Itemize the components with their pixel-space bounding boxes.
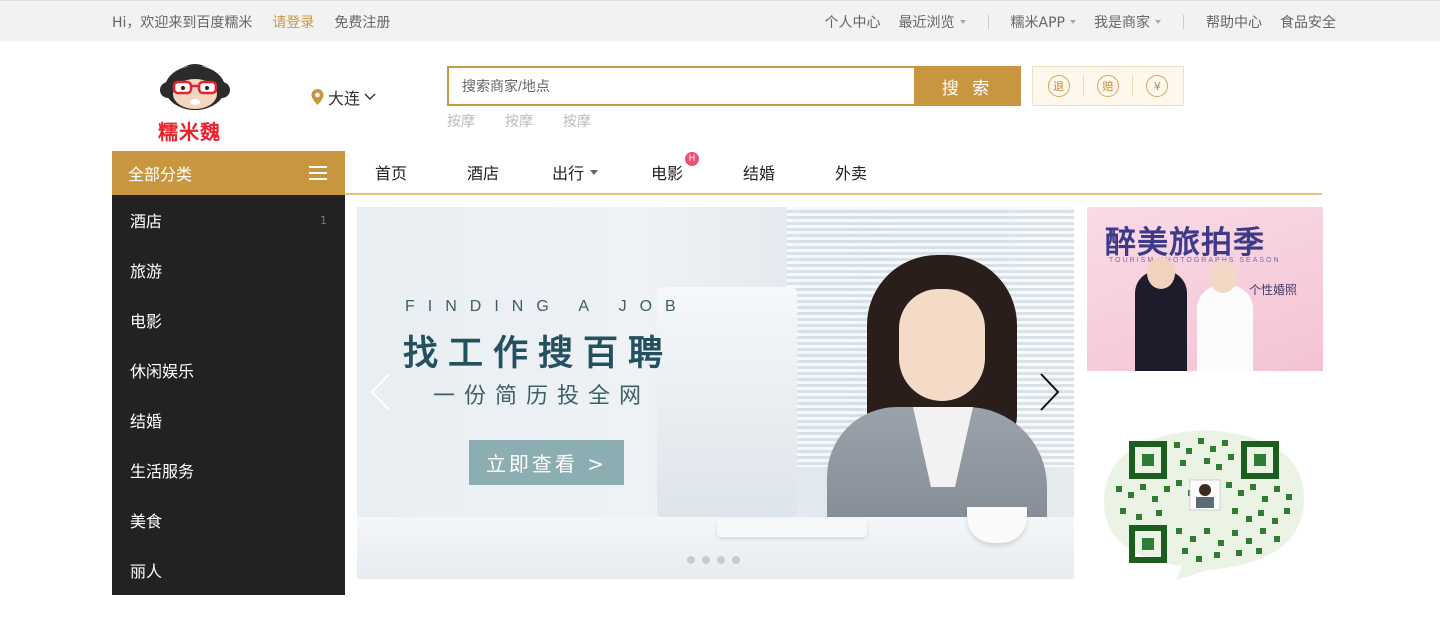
category-item-food[interactable]: 美食: [112, 495, 345, 545]
service-guarantees: 退 赔 ¥: [1032, 66, 1184, 106]
search-input[interactable]: [449, 68, 914, 104]
ad-bride-face: [1209, 261, 1237, 293]
location-pin-icon: [311, 89, 324, 105]
refund-badge-icon: 退: [1047, 75, 1070, 97]
category-label: 电影: [130, 312, 163, 331]
app-dropdown[interactable]: 糯米APP: [1011, 12, 1076, 32]
personal-center-link[interactable]: 个人中心: [825, 12, 881, 32]
prev-arrow-icon[interactable]: [369, 372, 391, 412]
divider: [1183, 15, 1184, 29]
greeting-text: Hi，欢迎来到百度糯米: [112, 15, 253, 31]
search-box: [447, 66, 914, 106]
price-badge-icon: ¥: [1146, 75, 1169, 97]
food-safety-link[interactable]: 食品安全: [1280, 12, 1336, 32]
all-categories-header[interactable]: 全部分类: [112, 151, 345, 195]
nav-label: 首页: [374, 164, 407, 183]
hamburger-menu-icon: [309, 166, 327, 180]
recent-dropdown[interactable]: 最近浏览: [899, 12, 966, 32]
category-label: 旅游: [130, 262, 163, 281]
ad-groom-face: [1147, 257, 1175, 289]
chevron-down-icon: [959, 20, 966, 24]
hero-banner[interactable]: FINDING A JOB 找工作搜百聘 一份简历投全网 立即查看 >: [357, 207, 1074, 579]
travel-photo-ad[interactable]: 醉美旅拍季 TOURISM PHOTOGRAPHS SEASON 个性婚照: [1087, 207, 1323, 371]
search-button[interactable]: 搜 索: [914, 66, 1021, 106]
category-label: 生活服务: [130, 462, 195, 481]
login-link[interactable]: 请登录: [272, 12, 314, 32]
divider: [1132, 75, 1134, 97]
chevron-down-icon: [1155, 20, 1161, 24]
category-label: 丽人: [130, 562, 163, 581]
ad-bride-image: [1197, 285, 1253, 371]
nav-label: 电影: [650, 164, 683, 183]
hot-word-link[interactable]: 按摩: [505, 111, 533, 131]
banner-monitor-image: [657, 287, 797, 517]
chevron-down-icon: [1070, 20, 1076, 24]
banner-title: 找工作搜百聘: [403, 334, 674, 374]
all-categories-label: 全部分类: [128, 165, 193, 184]
nav-takeout[interactable]: 外卖: [805, 160, 897, 184]
app-label: 糯米APP: [1010, 15, 1065, 31]
help-link[interactable]: 帮助中心: [1206, 12, 1262, 32]
category-label: 酒店: [130, 212, 163, 231]
city-name: 大连: [328, 89, 361, 108]
category-label: 休闲娱乐: [130, 362, 195, 381]
qr-code-icon: [1104, 430, 1304, 580]
divider: [987, 15, 989, 29]
category-label: 美食: [130, 512, 163, 531]
banner-desk: [357, 517, 1074, 579]
ad-tag: 个性婚照: [1249, 283, 1298, 297]
help-label: 帮助中心: [1206, 15, 1262, 31]
food-safety-label: 食品安全: [1280, 15, 1336, 31]
hot-word-link[interactable]: 按摩: [447, 111, 475, 131]
chevron-down-icon: [364, 93, 376, 100]
nav-wedding[interactable]: 结婚: [713, 160, 805, 184]
carousel-dot[interactable]: [732, 556, 740, 564]
banner-view-button[interactable]: 立即查看 >: [469, 440, 624, 485]
category-item-movie[interactable]: 电影: [112, 295, 345, 345]
register-link[interactable]: 免费注册: [334, 12, 390, 32]
nav-hotel[interactable]: 酒店: [437, 160, 529, 184]
hot-badge: H: [685, 152, 699, 166]
nav-movie[interactable]: 电影 H: [621, 152, 713, 184]
banner-subtitle: 一份简历投全网: [433, 384, 651, 409]
merchant-dropdown[interactable]: 我是商家: [1094, 12, 1161, 32]
ad-title: 醉美旅拍季: [1105, 225, 1265, 261]
nav-travel[interactable]: 出行: [529, 160, 621, 184]
city-selector[interactable]: 大连: [311, 85, 376, 109]
category-item-leisure[interactable]: 休闲娱乐: [112, 345, 345, 395]
banner-english-text: FINDING A JOB: [405, 298, 689, 315]
chevron-down-icon: [590, 169, 598, 175]
ad-subtitle: TOURISM PHOTOGRAPHS SEASON: [1109, 257, 1281, 264]
main-nav: 首页 酒店 出行 电影 H 结婚 外卖: [345, 151, 1322, 195]
carousel-dot[interactable]: [717, 556, 725, 564]
carousel-dot[interactable]: [687, 556, 695, 564]
category-item-travel[interactable]: 旅游: [112, 245, 345, 295]
nav-label: 出行: [551, 164, 584, 183]
banner-person-face: [899, 289, 985, 401]
banner-keyboard: [717, 519, 867, 537]
nav-label: 外卖: [834, 164, 867, 183]
carousel-dot[interactable]: [702, 556, 710, 564]
merchant-label: 我是商家: [1094, 15, 1150, 31]
logo-text: 糯米魏: [158, 120, 221, 144]
top-bar: Hi，欢迎来到百度糯米 请登录 免费注册 个人中心 最近浏览 糯米APP 我是商…: [0, 0, 1440, 41]
compensate-badge-icon: 赔: [1096, 75, 1119, 97]
category-item-hotel[interactable]: 酒店 1: [112, 195, 345, 245]
hot-word-link[interactable]: 按摩: [563, 111, 591, 131]
nav-home[interactable]: 首页: [345, 160, 437, 184]
hot-words: 按摩 按摩 按摩: [447, 111, 591, 131]
nav-label: 酒店: [466, 164, 499, 183]
category-item-beauty[interactable]: 丽人: [112, 545, 345, 595]
category-item-wedding[interactable]: 结婚: [112, 395, 345, 445]
category-label: 结婚: [130, 412, 163, 431]
category-list: 酒店 1 旅游 电影 休闲娱乐 结婚 生活服务 美食 丽人: [112, 195, 345, 595]
carousel-dots: [687, 556, 740, 564]
category-item-life-service[interactable]: 生活服务: [112, 445, 345, 495]
recent-label: 最近浏览: [898, 15, 955, 31]
divider: [1082, 75, 1084, 97]
next-arrow-icon[interactable]: [1039, 372, 1061, 412]
nav-label: 结婚: [742, 164, 775, 183]
category-count: 1: [320, 213, 327, 227]
personal-center-label: 个人中心: [824, 15, 881, 31]
